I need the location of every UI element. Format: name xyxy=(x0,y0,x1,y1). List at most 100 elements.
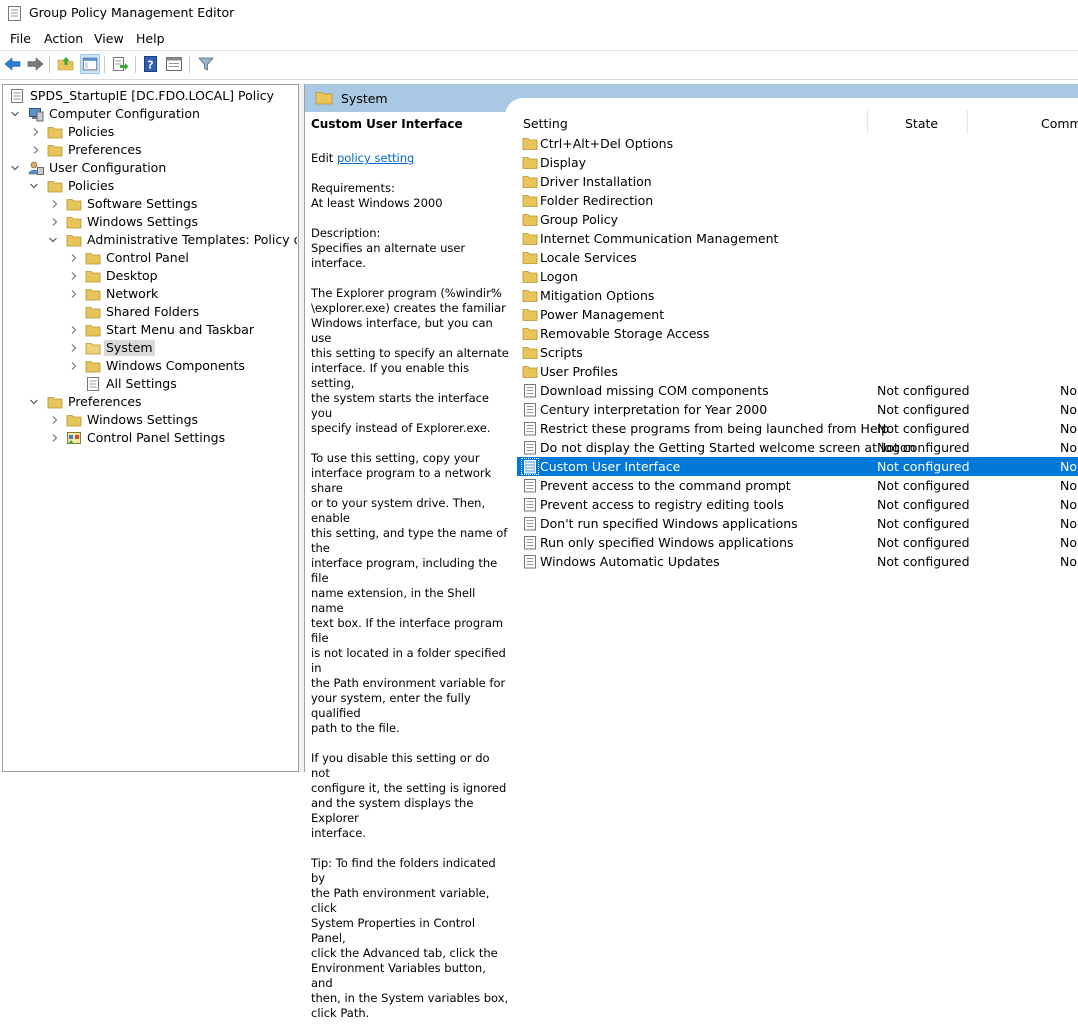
tree-item-pref-windows-settings[interactable]: Windows Settings xyxy=(47,411,297,429)
chevron-down-icon[interactable] xyxy=(9,161,21,175)
tree-item-shared-folders[interactable]: Shared Folders xyxy=(66,303,296,321)
folder-name: Mitigation Options xyxy=(540,288,655,303)
chevron-down-icon[interactable] xyxy=(47,233,59,247)
tree-item-root-policy[interactable]: SPDS_StartupIE [DC.FDO.LOCAL] Policy xyxy=(9,87,298,105)
chevron-right-icon[interactable] xyxy=(49,197,61,211)
chevron-down-icon[interactable] xyxy=(9,107,21,121)
list-item-folder[interactable]: Internet Communication Management xyxy=(517,229,1078,248)
list-item-folder[interactable]: Locale Services xyxy=(517,248,1078,267)
setting-comment: No xyxy=(1060,440,1077,455)
policy-setting-icon xyxy=(524,517,536,531)
chevron-right-icon[interactable] xyxy=(49,215,61,229)
setting-name: Prevent access to registry editing tools xyxy=(540,497,784,512)
chevron-right-icon[interactable] xyxy=(68,359,80,373)
list-item-setting[interactable]: Run only specified Windows applications N… xyxy=(517,533,1078,552)
list-item-setting[interactable]: Restrict these programs from being launc… xyxy=(517,419,1078,438)
list-item-folder[interactable]: Mitigation Options xyxy=(517,286,1078,305)
tree-item-computer-preferences[interactable]: Preferences xyxy=(28,141,298,159)
back-icon[interactable] xyxy=(3,54,23,74)
toolbar-separator xyxy=(49,56,50,73)
chevron-right-icon[interactable] xyxy=(49,431,61,445)
tree-item-control-panel-settings[interactable]: Control Panel Settings xyxy=(47,429,297,447)
help-icon[interactable]: ? xyxy=(141,54,161,74)
tree-item-computer-policies[interactable]: Policies xyxy=(28,123,298,141)
setting-state: Not configured xyxy=(877,402,970,417)
settings-list[interactable]: Setting State Comm Ctrl+Alt+Del Options D… xyxy=(517,110,1078,772)
folder-name: Display xyxy=(540,155,587,170)
chevron-right-icon[interactable] xyxy=(30,125,42,139)
list-item-folder[interactable]: Ctrl+Alt+Del Options xyxy=(517,134,1078,153)
tree-item-user-configuration[interactable]: User Configuration xyxy=(9,159,298,177)
list-item-folder[interactable]: Scripts xyxy=(517,343,1078,362)
tree-item-control-panel[interactable]: Control Panel xyxy=(66,249,296,267)
list-item-folder[interactable]: Power Management xyxy=(517,305,1078,324)
list-item-folder[interactable]: Removable Storage Access xyxy=(517,324,1078,343)
tree-item-user-policies[interactable]: Policies xyxy=(28,177,298,195)
chevron-right-icon[interactable] xyxy=(68,323,80,337)
tree-label: Windows Settings xyxy=(87,412,199,427)
tree-item-computer-configuration[interactable]: Computer Configuration xyxy=(9,105,298,123)
chevron-right-icon[interactable] xyxy=(68,269,80,283)
column-separator[interactable] xyxy=(867,110,868,134)
show-hide-tree-icon[interactable] xyxy=(80,54,100,74)
column-separator[interactable] xyxy=(967,110,968,134)
menu-action[interactable]: Action xyxy=(44,31,83,46)
list-item-setting[interactable]: Don't run specified Windows applications… xyxy=(517,514,1078,533)
list-item-setting[interactable]: Download missing COM components Not confi… xyxy=(517,381,1078,400)
folder-icon xyxy=(47,127,63,139)
console-tree[interactable]: SPDS_StartupIE [DC.FDO.LOCAL] Policy Com… xyxy=(2,84,299,772)
folder-icon xyxy=(85,361,101,373)
tree-item-network[interactable]: Network xyxy=(66,285,296,303)
menu-help[interactable]: Help xyxy=(136,31,165,46)
list-item-setting[interactable]: Custom User Interface Not configured No xyxy=(517,457,1078,476)
chevron-right-icon[interactable] xyxy=(68,287,80,301)
tree-item-all-settings[interactable]: All Settings xyxy=(66,375,296,393)
export-list-icon[interactable] xyxy=(110,54,130,74)
setting-name: Custom User Interface xyxy=(540,459,681,474)
filter-icon[interactable] xyxy=(196,54,216,74)
tree-item-system[interactable]: System xyxy=(66,339,296,357)
menu-file[interactable]: File xyxy=(10,31,31,46)
tree-label: Software Settings xyxy=(87,196,198,211)
up-folder-icon[interactable] xyxy=(56,54,76,74)
chevron-down-icon[interactable] xyxy=(28,179,40,193)
chevron-down-icon[interactable] xyxy=(28,395,40,409)
folder-icon xyxy=(522,309,538,321)
column-header-setting[interactable]: Setting xyxy=(523,116,568,131)
list-item-setting[interactable]: Windows Automatic Updates Not configured N… xyxy=(517,552,1078,571)
edit-prefix: Edit xyxy=(311,151,337,165)
properties-icon[interactable] xyxy=(164,54,184,74)
tree-item-administrative-templates[interactable]: Administrative Templates: Policy definit… xyxy=(47,231,297,249)
description-text: Description: Specifies an alternate user… xyxy=(311,226,466,270)
list-item-setting[interactable]: Prevent access to registry editing tools… xyxy=(517,495,1078,514)
tree-item-software-settings[interactable]: Software Settings xyxy=(47,195,297,213)
list-item-folder[interactable]: Group Policy xyxy=(517,210,1078,229)
tree-item-windows-settings[interactable]: Windows Settings xyxy=(47,213,297,231)
chevron-right-icon[interactable] xyxy=(68,341,80,355)
list-item-folder[interactable]: Driver Installation xyxy=(517,172,1078,191)
list-item-folder[interactable]: Display xyxy=(517,153,1078,172)
list-item-folder[interactable]: Logon xyxy=(517,267,1078,286)
list-item-folder[interactable]: User Profiles xyxy=(517,362,1078,381)
list-item-setting[interactable]: Do not display the Getting Started welco… xyxy=(517,438,1078,457)
toolbar: ? xyxy=(0,51,1078,77)
policy-document-icon xyxy=(11,89,23,103)
list-item-setting[interactable]: Century interpretation for Year 2000 Not … xyxy=(517,400,1078,419)
tree-item-desktop[interactable]: Desktop xyxy=(66,267,296,285)
forward-icon[interactable] xyxy=(25,54,45,74)
tree-item-windows-components[interactable]: Windows Components xyxy=(66,357,296,375)
column-header-comment[interactable]: Comm xyxy=(1041,116,1078,131)
menu-view[interactable]: View xyxy=(94,31,124,46)
setting-name: Download missing COM components xyxy=(540,383,769,398)
list-item-folder[interactable]: Folder Redirection xyxy=(517,191,1078,210)
chevron-right-icon[interactable] xyxy=(30,143,42,157)
policy-setting-icon xyxy=(524,403,536,417)
folder-icon xyxy=(85,307,101,319)
chevron-right-icon[interactable] xyxy=(68,251,80,265)
column-header-state[interactable]: State xyxy=(905,116,938,131)
chevron-right-icon[interactable] xyxy=(49,413,61,427)
edit-policy-setting-link[interactable]: policy setting xyxy=(337,151,414,165)
tree-item-start-menu-taskbar[interactable]: Start Menu and Taskbar xyxy=(66,321,296,339)
tree-item-user-preferences[interactable]: Preferences xyxy=(28,393,298,411)
list-item-setting[interactable]: Prevent access to the command prompt Not … xyxy=(517,476,1078,495)
